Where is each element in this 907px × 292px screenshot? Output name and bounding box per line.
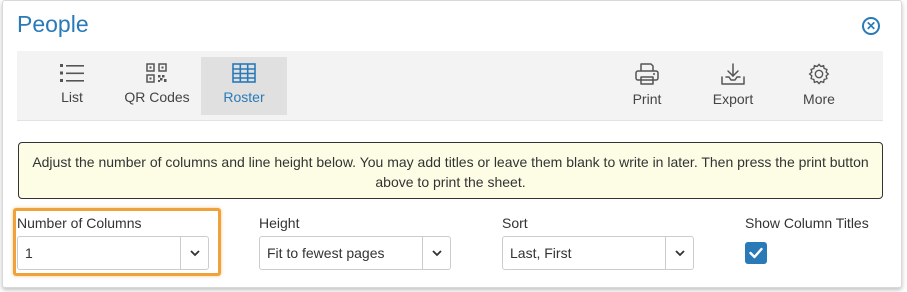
more-button[interactable]: More <box>797 57 841 115</box>
table-grid-icon <box>232 63 256 83</box>
height-select[interactable]: Fit to fewest pages <box>259 236 451 270</box>
sort-select[interactable]: Last, First <box>502 236 694 270</box>
sort-value: Last, First <box>510 245 572 261</box>
roster-dialog: People ✕ List QR Codes Roster Print Expo… <box>2 0 902 288</box>
page-title: People <box>17 11 89 37</box>
printer-icon <box>635 63 659 85</box>
print-button[interactable]: Print <box>625 57 669 115</box>
show-titles-checkbox[interactable] <box>745 242 767 264</box>
tab-list[interactable]: List <box>47 57 97 115</box>
download-tray-icon <box>721 63 745 85</box>
tab-roster-label: Roster <box>223 89 265 105</box>
height-value: Fit to fewest pages <box>267 245 385 261</box>
chevron-down-icon <box>180 237 208 269</box>
sort-label: Sort <box>502 215 528 231</box>
chevron-down-icon <box>665 237 693 269</box>
tab-qr-codes-label: QR Codes <box>124 89 190 105</box>
instructions-notice: Adjust the number of columns and line he… <box>18 142 883 199</box>
columns-label: Number of Columns <box>17 215 142 231</box>
columns-select[interactable]: 1 <box>17 236 209 270</box>
checkmark-icon <box>749 247 763 259</box>
show-titles-label: Show Column Titles <box>745 215 869 231</box>
tab-qr-codes[interactable]: QR Codes <box>117 57 197 115</box>
tab-list-label: List <box>61 89 83 105</box>
toolbar: List QR Codes Roster Print Export More <box>17 51 883 121</box>
columns-value: 1 <box>25 245 33 261</box>
export-label: Export <box>712 91 754 107</box>
qr-code-icon <box>146 63 167 83</box>
more-label: More <box>803 91 835 107</box>
print-label: Print <box>632 91 662 107</box>
close-icon[interactable]: ✕ <box>862 17 880 35</box>
height-label: Height <box>259 215 300 231</box>
gear-icon <box>808 63 830 85</box>
list-icon <box>60 64 84 82</box>
export-button[interactable]: Export <box>705 57 761 115</box>
chevron-down-icon <box>422 237 450 269</box>
tab-roster[interactable]: Roster <box>201 57 287 115</box>
